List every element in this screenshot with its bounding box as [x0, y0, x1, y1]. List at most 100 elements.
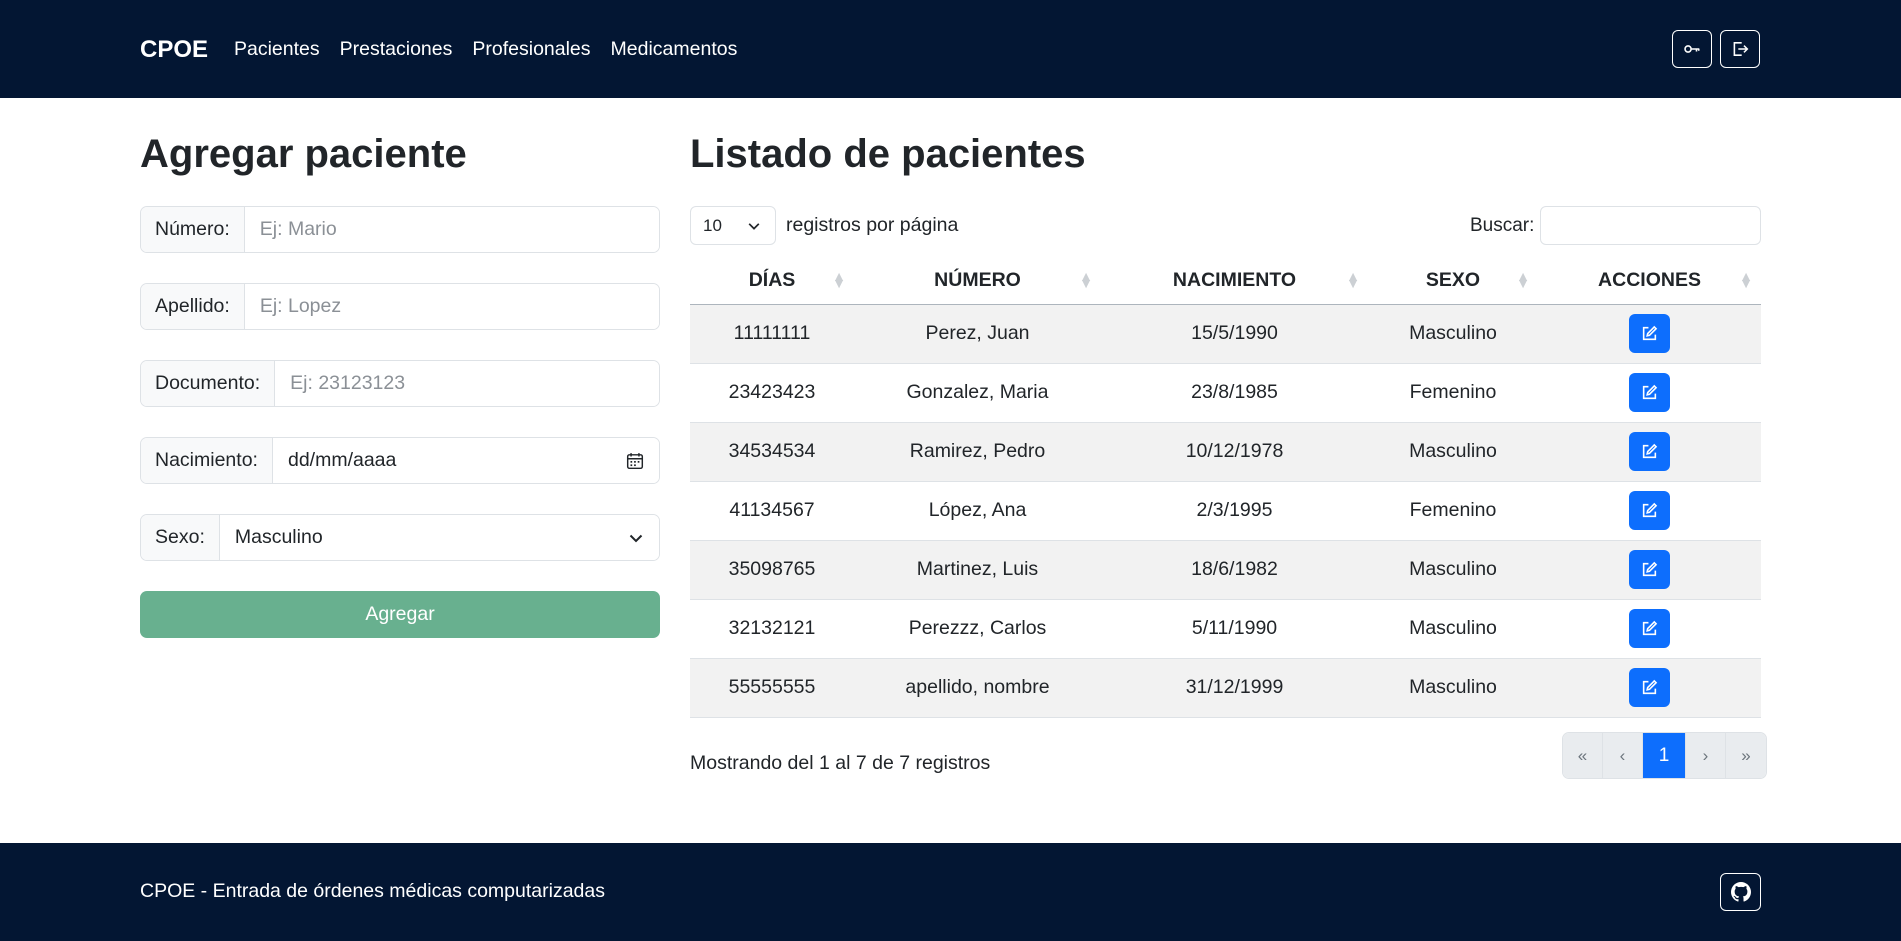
- edit-button[interactable]: [1629, 550, 1670, 589]
- cell-sexo: Masculino: [1368, 599, 1538, 659]
- sort-icon: ▲ ▼: [832, 268, 846, 292]
- table-row: 23423423 Gonzalez, Maria 23/8/1985 Femen…: [690, 363, 1761, 423]
- table-row: 55555555 apellido, nombre 31/12/1999 Mas…: [690, 658, 1761, 718]
- column-header-numero[interactable]: NÚMERO ▲ ▼: [854, 257, 1101, 305]
- cell-acciones: [1538, 363, 1761, 423]
- sexo-label: Sexo:: [141, 515, 220, 560]
- cell-sexo: Masculino: [1368, 658, 1538, 718]
- github-icon: [1730, 882, 1751, 902]
- sexo-field: Sexo: Masculino: [140, 514, 660, 561]
- documento-input[interactable]: [275, 361, 659, 406]
- documento-field: Documento:: [140, 360, 660, 407]
- cell-numero: Perezzz, Carlos: [854, 599, 1101, 659]
- cell-sexo: Masculino: [1368, 304, 1538, 364]
- table-row: 11111111 Perez, Juan 15/5/1990 Masculino: [690, 304, 1761, 364]
- logout-button[interactable]: [1720, 30, 1760, 68]
- column-header-dias[interactable]: DÍAS ▲ ▼: [690, 257, 854, 305]
- apellido-field: Apellido:: [140, 283, 660, 330]
- cell-dias: 41134567: [690, 481, 854, 541]
- cell-nacimiento: 23/8/1985: [1101, 363, 1368, 423]
- pagination-prev[interactable]: ‹: [1603, 733, 1643, 778]
- edit-icon: [1642, 502, 1658, 518]
- brand-link[interactable]: CPOE: [140, 36, 208, 64]
- edit-button[interactable]: [1629, 373, 1670, 412]
- nav-link-medicamentos[interactable]: Medicamentos: [611, 38, 738, 61]
- cell-acciones: [1538, 304, 1761, 364]
- pagination-first[interactable]: «: [1563, 733, 1603, 778]
- edit-icon: [1642, 561, 1658, 577]
- page-length-label: registros por página: [786, 214, 959, 236]
- search-input[interactable]: [1540, 206, 1761, 245]
- logout-icon: [1733, 42, 1749, 56]
- nav-link-pacientes[interactable]: Pacientes: [234, 38, 320, 61]
- cell-dias: 35098765: [690, 540, 854, 600]
- cell-numero: Perez, Juan: [854, 304, 1101, 364]
- edit-button[interactable]: [1629, 314, 1670, 353]
- pagination-next[interactable]: ›: [1686, 733, 1726, 778]
- cell-numero: apellido, nombre: [854, 658, 1101, 718]
- cell-acciones: [1538, 599, 1761, 659]
- apellido-label: Apellido:: [141, 284, 245, 329]
- search-label: Buscar:: [1470, 215, 1535, 236]
- numero-label: Número:: [141, 207, 245, 252]
- page-length-select[interactable]: 10: [690, 206, 776, 245]
- cell-numero: López, Ana: [854, 481, 1101, 541]
- nacimiento-label: Nacimiento:: [141, 438, 273, 483]
- add-patient-title: Agregar paciente: [140, 132, 467, 176]
- cell-nacimiento: 18/6/1982: [1101, 540, 1368, 600]
- nav-link-profesionales[interactable]: Profesionales: [472, 38, 590, 61]
- cell-dias: 32132121: [690, 599, 854, 659]
- cell-dias: 55555555: [690, 658, 854, 718]
- documento-label: Documento:: [141, 361, 276, 406]
- page-length-value: 10: [703, 215, 722, 235]
- sort-icon: ▲ ▼: [1079, 268, 1093, 292]
- table-info: Mostrando del 1 al 7 de 7 registros: [690, 752, 991, 774]
- patient-list-title: Listado de pacientes: [690, 132, 1086, 176]
- key-icon: [1684, 45, 1700, 53]
- edit-button[interactable]: [1629, 491, 1670, 530]
- sort-icon: ▲ ▼: [1739, 268, 1753, 292]
- github-link[interactable]: [1720, 873, 1761, 911]
- calendar-icon[interactable]: [626, 452, 644, 470]
- cell-sexo: Femenino: [1368, 363, 1538, 423]
- sort-icon: ▲ ▼: [1516, 268, 1530, 292]
- nacimiento-date-input[interactable]: dd/mm/aaaa: [272, 438, 659, 483]
- change-password-button[interactable]: [1672, 30, 1712, 68]
- edit-button[interactable]: [1629, 609, 1670, 648]
- cell-numero: Gonzalez, Maria: [854, 363, 1101, 423]
- column-header-nacimiento[interactable]: NACIMIENTO ▲ ▼: [1101, 257, 1368, 305]
- cell-dias: 11111111: [690, 304, 854, 364]
- pagination-page-1[interactable]: 1: [1643, 733, 1686, 778]
- chevron-down-icon: [748, 222, 760, 230]
- nacimiento-field: Nacimiento: dd/mm/aaaa: [140, 437, 660, 484]
- table-row: 32132121 Perezzz, Carlos 5/11/1990 Mascu…: [690, 599, 1761, 659]
- column-header-acciones[interactable]: ACCIONES ▲ ▼: [1538, 257, 1761, 305]
- table-row: 41134567 López, Ana 2/3/1995 Femenino: [690, 481, 1761, 541]
- add-patient-button[interactable]: Agregar: [140, 591, 660, 638]
- column-header-sexo[interactable]: SEXO ▲ ▼: [1368, 257, 1538, 305]
- cell-sexo: Femenino: [1368, 481, 1538, 541]
- nav-link-prestaciones[interactable]: Prestaciones: [340, 38, 453, 61]
- sexo-select[interactable]: Masculino: [219, 515, 659, 560]
- cell-acciones: [1538, 540, 1761, 600]
- cell-nacimiento: 5/11/1990: [1101, 599, 1368, 659]
- edit-button[interactable]: [1629, 668, 1670, 707]
- pagination-last[interactable]: »: [1726, 733, 1766, 778]
- table-row: 35098765 Martinez, Luis 18/6/1982 Mascul…: [690, 540, 1761, 600]
- cell-acciones: [1538, 422, 1761, 482]
- nav-links: Pacientes Prestaciones Profesionales Med…: [234, 38, 737, 61]
- edit-button[interactable]: [1629, 432, 1670, 471]
- apellido-input[interactable]: [244, 284, 659, 329]
- cell-sexo: Masculino: [1368, 422, 1538, 482]
- edit-icon: [1642, 325, 1658, 341]
- cell-dias: 23423423: [690, 363, 854, 423]
- footer-text: CPOE - Entrada de órdenes médicas comput…: [140, 880, 605, 902]
- cell-numero: Ramirez, Pedro: [854, 422, 1101, 482]
- table-row: 34534534 Ramirez, Pedro 10/12/1978 Mascu…: [690, 422, 1761, 482]
- cell-acciones: [1538, 481, 1761, 541]
- navbar: CPOE Pacientes Prestaciones Profesionale…: [0, 0, 1901, 98]
- edit-icon: [1642, 443, 1658, 459]
- sort-icon: ▲ ▼: [1346, 268, 1360, 292]
- numero-input[interactable]: [244, 207, 659, 252]
- edit-icon: [1642, 620, 1658, 636]
